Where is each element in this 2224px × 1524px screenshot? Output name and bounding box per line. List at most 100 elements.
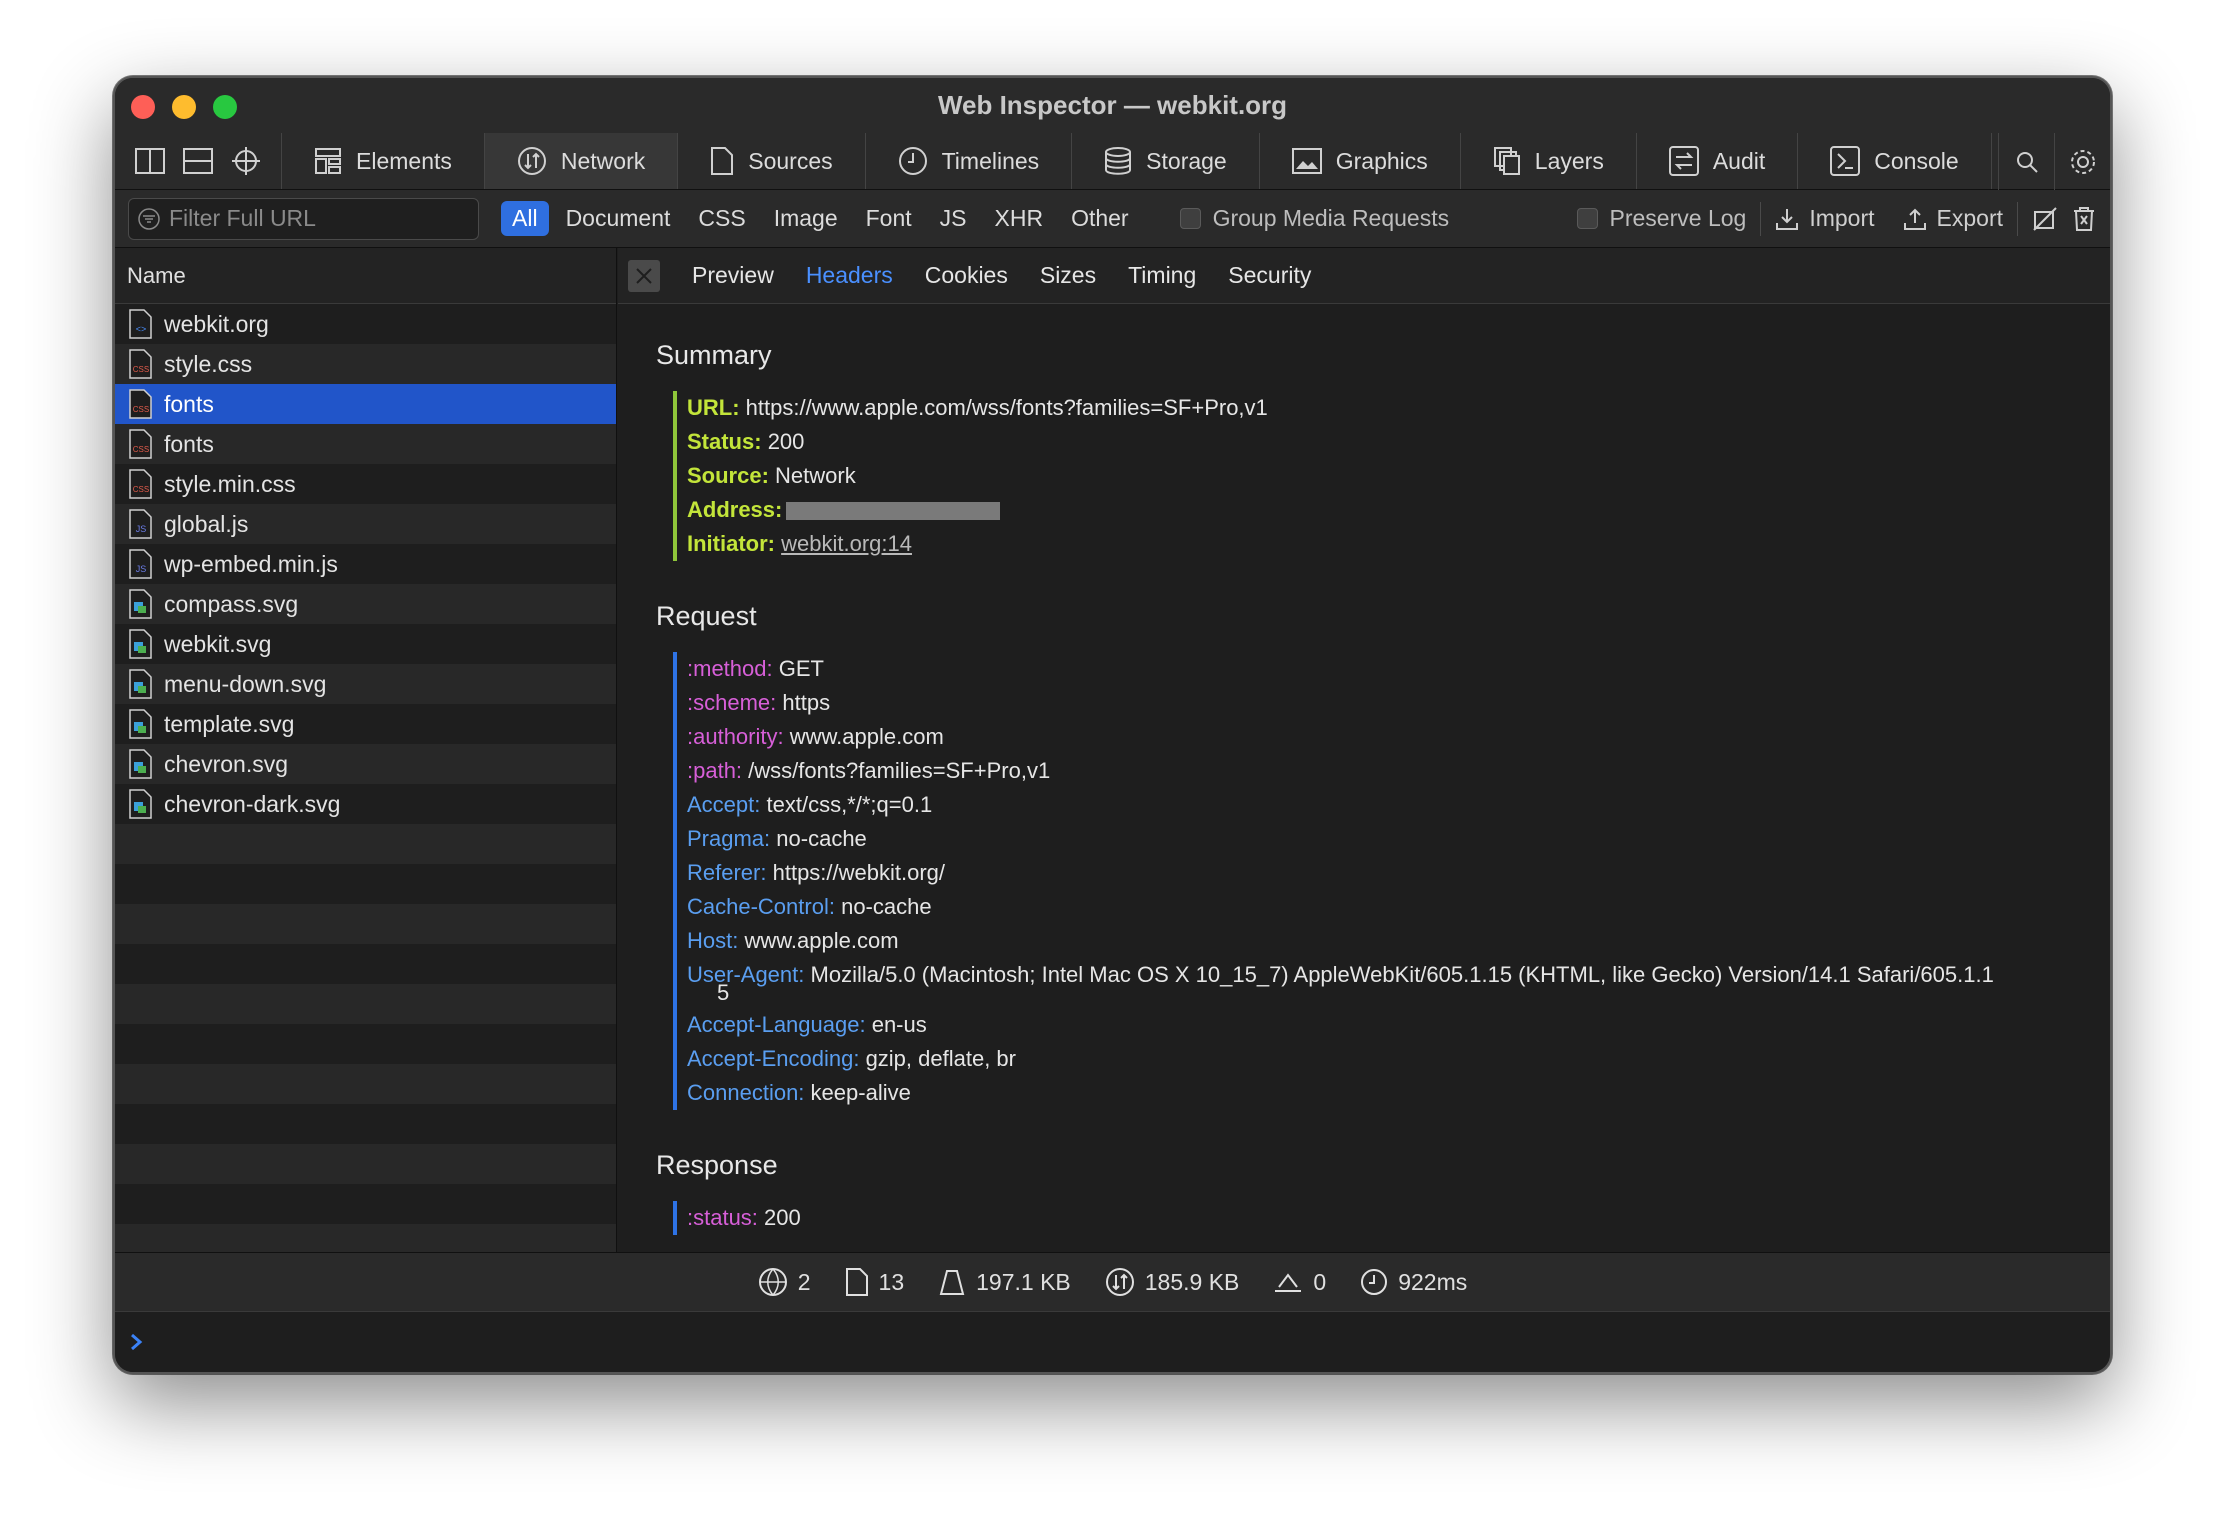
response-status: :status: 200	[687, 1201, 2110, 1235]
resource-row[interactable]: JS global.js	[115, 504, 616, 544]
traffic-lights	[131, 95, 237, 119]
tab-security[interactable]: Security	[1228, 262, 1311, 289]
disable-cache-button[interactable]	[2018, 206, 2072, 232]
tab-network[interactable]: Network	[484, 133, 679, 189]
stat-size: 185.9 KB	[1105, 1267, 1239, 1297]
inspect-element-icon[interactable]	[225, 140, 267, 182]
content-area: Name <> webkit.org CSS style.css CSS fonts CSS…	[115, 248, 2110, 1252]
tab-headers[interactable]: Headers	[806, 262, 893, 289]
import-label: Import	[1809, 205, 1875, 231]
dock-bottom-icon[interactable]	[177, 140, 219, 182]
clear-log-button[interactable]	[2072, 206, 2110, 232]
preserve-log-label: Preserve Log	[1609, 205, 1747, 231]
tab-elements[interactable]: Elements	[282, 133, 485, 189]
resource-row[interactable]: chevron-dark.svg	[115, 784, 616, 824]
tab-graphics[interactable]: Graphics	[1260, 133, 1461, 189]
close-window-button[interactable]	[131, 95, 155, 119]
maximize-window-button[interactable]	[213, 95, 237, 119]
tab-timelines[interactable]: Timelines	[866, 133, 1073, 189]
console-prompt[interactable]	[115, 1311, 2110, 1372]
empty-row	[115, 1064, 616, 1104]
file-doc-icon: <>	[129, 309, 152, 339]
type-filter-xhr[interactable]: XHR	[984, 201, 1055, 236]
tab-label: Timelines	[941, 147, 1040, 174]
header-key: :path:	[687, 758, 743, 783]
window-title: Web Inspector — webkit.org	[937, 90, 1288, 120]
resource-row[interactable]: webkit.svg	[115, 624, 616, 664]
resources-count: 13	[878, 1268, 905, 1295]
tab-audit[interactable]: Audit	[1637, 133, 1799, 189]
column-header-name[interactable]: Name	[115, 248, 616, 304]
preserve-log-checkbox[interactable]	[1576, 208, 1598, 229]
type-filter-all[interactable]: All	[501, 201, 549, 236]
tab-sources[interactable]: Sources	[678, 133, 866, 189]
header-value: /wss/fonts?families=SF+Pro,v1	[748, 758, 1051, 783]
dock-side-icon[interactable]	[129, 140, 171, 182]
summary-key: Source:	[687, 463, 769, 488]
transferred-size: 197.1 KB	[976, 1268, 1071, 1295]
type-filter-css[interactable]: CSS	[687, 201, 756, 236]
summary-url: URL: https://www.apple.com/wss/fonts?fam…	[687, 391, 2110, 425]
resource-row[interactable]: JS wp-embed.min.js	[115, 544, 616, 584]
resource-row[interactable]: chevron.svg	[115, 744, 616, 784]
search-icon[interactable]	[1998, 133, 2054, 190]
header-key: User-Agent:	[687, 962, 805, 987]
type-filter-image[interactable]: Image	[763, 201, 849, 236]
close-icon[interactable]	[628, 259, 660, 292]
tab-label: Elements	[356, 147, 452, 174]
request-header: :path: /wss/fonts?families=SF+Pro,v1	[687, 754, 2110, 788]
header-key: Connection:	[687, 1080, 805, 1105]
redirect-icon	[1275, 1273, 1302, 1292]
resource-row[interactable]: CSS style.css	[115, 344, 616, 384]
group-media-toggle[interactable]: Group Media Requests	[1179, 205, 1449, 232]
resource-row[interactable]: menu-down.svg	[115, 664, 616, 704]
empty-row	[115, 1224, 616, 1252]
svg-text:CSS: CSS	[133, 405, 149, 414]
header-value: 200	[764, 1205, 801, 1230]
type-filter-other[interactable]: Other	[1060, 201, 1140, 236]
resource-row[interactable]: <> webkit.org	[115, 304, 616, 344]
tab-storage[interactable]: Storage	[1072, 133, 1260, 189]
empty-row	[115, 1024, 616, 1064]
initiator-link[interactable]: webkit.org:14	[781, 531, 912, 556]
stat-time: 922ms	[1360, 1268, 1467, 1296]
resource-row[interactable]: template.svg	[115, 704, 616, 744]
import-button[interactable]: Import	[1761, 205, 1888, 232]
resource-list-pane: Name <> webkit.org CSS style.css CSS fonts CSS…	[115, 248, 617, 1252]
header-value: text/css,*/*;q=0.1	[766, 792, 933, 817]
tab-timing[interactable]: Timing	[1128, 262, 1196, 289]
tab-preview[interactable]: Preview	[692, 262, 774, 289]
preserve-log-toggle[interactable]: Preserve Log	[1576, 205, 1761, 232]
file-img-icon	[129, 709, 152, 739]
group-media-checkbox[interactable]	[1179, 208, 1201, 229]
export-icon	[1903, 208, 1926, 230]
request-header: Accept-Language: en-us	[687, 1008, 2110, 1042]
request-header: Accept: text/css,*/*;q=0.1	[687, 788, 2110, 822]
tab-layers[interactable]: Layers	[1461, 133, 1637, 189]
tab-cookies[interactable]: Cookies	[925, 262, 1008, 289]
tab-label: Graphics	[1335, 147, 1428, 174]
tab-sizes[interactable]: Sizes	[1040, 262, 1096, 289]
resource-row[interactable]: CSS fonts	[115, 384, 616, 424]
header-key: Accept-Encoding:	[687, 1046, 860, 1071]
gear-icon[interactable]	[2054, 133, 2110, 190]
type-filter-js[interactable]: JS	[929, 201, 978, 236]
type-filter-font[interactable]: Font	[855, 201, 923, 236]
export-button[interactable]: Export	[1889, 205, 2017, 232]
summary-value: 200	[767, 429, 805, 454]
resource-name: chevron.svg	[164, 750, 289, 777]
request-header: Accept-Encoding: gzip, deflate, br	[687, 1042, 2110, 1076]
svg-text:CSS: CSS	[133, 365, 149, 374]
type-filter-document[interactable]: Document	[555, 201, 682, 236]
resource-name: chevron-dark.svg	[164, 790, 341, 817]
filter-url-input[interactable]: Filter Full URL	[128, 197, 479, 240]
empty-row	[115, 984, 616, 1024]
storage-icon	[1105, 147, 1132, 175]
tab-console[interactable]: Console	[1798, 133, 1992, 189]
resource-row[interactable]: CSS style.min.css	[115, 464, 616, 504]
minimize-window-button[interactable]	[172, 95, 196, 119]
summary-title: Summary	[656, 340, 772, 370]
resource-row[interactable]: compass.svg	[115, 584, 616, 624]
resource-row[interactable]: CSS fonts	[115, 424, 616, 464]
file-img-icon	[129, 629, 152, 659]
